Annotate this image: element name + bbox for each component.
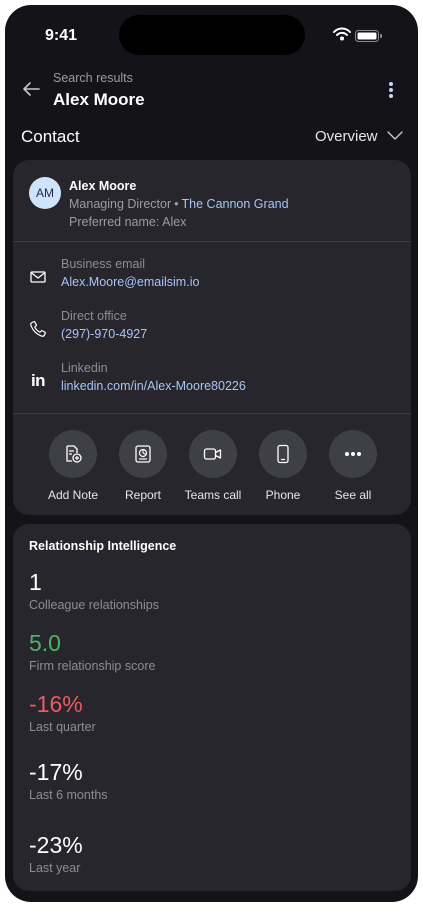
contact-role-line: Managing Director • The Cannon Grand xyxy=(69,197,289,211)
video-call-icon xyxy=(189,430,237,478)
contact-name: Alex Moore xyxy=(69,179,137,193)
mobile-phone-icon xyxy=(259,430,307,478)
action-label: Report xyxy=(124,488,162,502)
relationship-intelligence-card: Relationship Intelligence 1 Colleague re… xyxy=(13,524,411,891)
metric-value: -16% xyxy=(29,691,83,717)
action-label: Add Note xyxy=(47,488,99,502)
report-button[interactable]: Report xyxy=(108,430,178,510)
back-arrow-icon[interactable] xyxy=(21,80,41,98)
metric-value: 5.0 xyxy=(29,630,61,656)
preferred-name: Preferred name: Alex xyxy=(69,215,187,229)
metric-label: Last year xyxy=(29,861,81,875)
metric: 1 Colleague relationships xyxy=(29,568,159,612)
battery-icon xyxy=(355,30,382,42)
teams-call-button[interactable]: Teams call xyxy=(178,430,248,510)
status-time: 9:41 xyxy=(45,27,78,44)
dynamic-island xyxy=(119,15,305,55)
mail-icon xyxy=(28,267,48,287)
more-vertical-icon[interactable] xyxy=(385,81,397,101)
more-icon xyxy=(329,430,377,478)
phone-value[interactable]: (297)-970-4927 xyxy=(61,327,147,341)
action-label: Teams call xyxy=(184,488,242,502)
nav-title: Alex Moore xyxy=(53,90,145,109)
chevron-down-icon[interactable] xyxy=(387,131,403,141)
metric: -17% Last 6 months xyxy=(29,758,108,802)
status-bar: 9:41 xyxy=(5,5,418,65)
metric-value: -23% xyxy=(29,832,83,858)
metric: -16% Last quarter xyxy=(29,690,96,734)
wifi-icon xyxy=(333,27,351,41)
report-icon xyxy=(119,430,167,478)
metric-label: Colleague relationships xyxy=(29,598,159,612)
ri-title: Relationship Intelligence xyxy=(29,539,177,553)
company-link[interactable]: The Cannon Grand xyxy=(182,197,289,211)
metric-value: 1 xyxy=(29,569,42,595)
phone-row: Direct office (297)-970-4927 xyxy=(13,309,411,349)
add-note-icon xyxy=(49,430,97,478)
email-label: Business email xyxy=(61,257,146,271)
linkedin-label: Linkedin xyxy=(61,361,108,375)
linkedin-value[interactable]: linkedin.com/in/Alex-Moore80226 xyxy=(61,379,246,393)
contact-card: AM Alex Moore Managing Director • The Cann… xyxy=(13,160,411,515)
avatar: AM xyxy=(29,177,61,209)
email-row: Business email Alex.Moore@emailsim.io xyxy=(13,257,411,297)
see-all-button[interactable]: See all xyxy=(318,430,388,510)
action-label: See all xyxy=(334,488,372,502)
phone-icon xyxy=(28,319,48,339)
view-selector[interactable]: Overview xyxy=(315,128,378,145)
divider xyxy=(13,241,411,242)
metric-label: Firm relationship score xyxy=(29,659,156,673)
email-value[interactable]: Alex.Moore@emailsim.io xyxy=(61,275,199,289)
role-separator: • xyxy=(174,197,179,211)
phone-button[interactable]: Phone xyxy=(248,430,318,510)
phone-label: Direct office xyxy=(61,309,127,323)
contact-role: Managing Director xyxy=(69,197,172,211)
metric-label: Last 6 months xyxy=(29,788,108,802)
metric-label: Last quarter xyxy=(29,720,96,734)
add-note-button[interactable]: Add Note xyxy=(38,430,108,510)
linkedin-icon: in xyxy=(30,371,46,390)
action-label: Phone xyxy=(265,488,301,502)
metric-value: -17% xyxy=(29,759,83,785)
metric: -23% Last year xyxy=(29,831,83,875)
section-title: Contact xyxy=(21,127,80,146)
divider xyxy=(13,413,411,414)
phone-screen: 9:41 Search results Alex Moore Contact O… xyxy=(5,5,418,902)
linkedin-row: in Linkedin linkedin.com/in/Alex-Moore80… xyxy=(13,361,411,401)
nav-subtitle: Search results xyxy=(53,71,133,85)
metric: 5.0 Firm relationship score xyxy=(29,629,155,673)
